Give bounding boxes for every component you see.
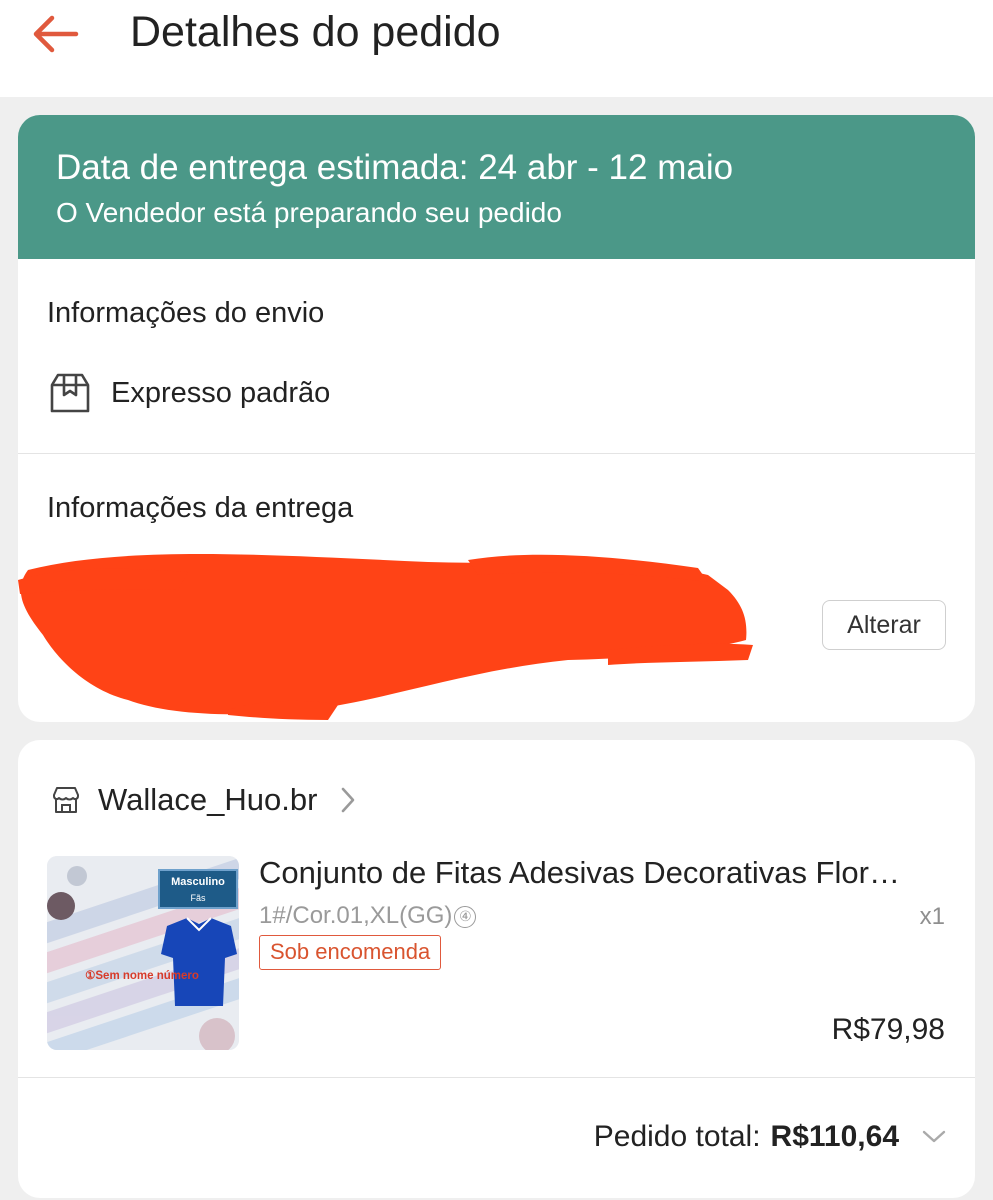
- order-card: Wallace_Huo.br Masculino Fãs ①Sem nome n…: [18, 740, 975, 1198]
- variant-number-badge: ④: [454, 905, 477, 928]
- shipping-info-heading: Informações do envio: [47, 297, 325, 329]
- divider: [18, 453, 975, 454]
- divider: [18, 1077, 975, 1078]
- thumbnail-label-sub: Fãs: [190, 893, 206, 903]
- chevron-down-icon: [922, 1130, 946, 1143]
- change-address-button[interactable]: Alterar: [822, 600, 946, 650]
- product-price: R$79,98: [831, 1013, 945, 1046]
- store-link[interactable]: Wallace_Huo.br: [51, 778, 357, 822]
- delivery-info-heading: Informações da entrega: [47, 492, 354, 524]
- product-quantity: x1: [919, 903, 945, 930]
- page-title: Detalhes do pedido: [130, 8, 501, 56]
- product-title[interactable]: Conjunto de Fitas Adesivas Decorativas F…: [259, 855, 949, 891]
- order-total-label: Pedido total:: [593, 1120, 761, 1153]
- shipping-method-row: Expresso padrão: [47, 370, 330, 416]
- order-total-row[interactable]: Pedido total: R$110,64: [594, 1117, 947, 1157]
- estimated-delivery-date: Data de entrega estimada: 24 abr - 12 ma…: [56, 148, 734, 187]
- preorder-badge: Sob encomenda: [259, 935, 442, 970]
- package-box-icon: [50, 373, 90, 413]
- delivery-status-banner: Data de entrega estimada: 24 abr - 12 ma…: [18, 115, 975, 259]
- chevron-right-icon: [342, 787, 355, 813]
- product-variant: 1#/Cor.01,XL(GG) ④: [259, 902, 477, 930]
- product-image: Masculino Fãs ①Sem nome número: [47, 856, 239, 1050]
- product-thumbnail[interactable]: Masculino Fãs ①Sem nome número: [47, 856, 239, 1050]
- order-status-text: O Vendedor está preparando seu pedido: [56, 197, 562, 228]
- thumbnail-caption: ①Sem nome número: [85, 969, 199, 982]
- address-redaction-scribble: [18, 553, 753, 720]
- order-total-value: R$110,64: [770, 1120, 899, 1153]
- store-name: Wallace_Huo.br: [98, 782, 318, 817]
- thumbnail-label-top: Masculino: [171, 876, 225, 888]
- shipping-method-label: Expresso padrão: [111, 376, 331, 409]
- arrow-left-icon: [33, 15, 79, 53]
- product-variant-text: 1#/Cor.01,XL(GG): [259, 902, 453, 929]
- back-button[interactable]: [26, 10, 86, 58]
- store-icon: [53, 787, 79, 813]
- shipping-card: Data de entrega estimada: 24 abr - 12 ma…: [18, 115, 975, 722]
- top-bar: Detalhes do pedido: [0, 0, 993, 97]
